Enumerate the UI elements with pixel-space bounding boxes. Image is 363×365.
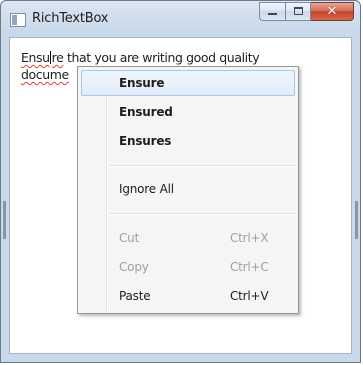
misspelled-word-end: re	[51, 50, 64, 65]
menu-separator	[109, 213, 295, 215]
menu-item-shortcut: Ctrl+C	[230, 260, 269, 274]
close-button[interactable]: ✕	[311, 2, 354, 21]
menu-item-paste[interactable]: Paste Ctrl+V	[81, 283, 295, 309]
menu-item-label: Copy	[119, 260, 149, 274]
left-frame-edge	[3, 201, 6, 239]
menu-item-suggestion-1[interactable]: Ensure	[81, 70, 295, 96]
app-window-icon[interactable]	[10, 13, 26, 27]
menu-item-label: Paste	[119, 289, 151, 303]
menu-item-label: Ensured	[119, 105, 173, 119]
menu-item-ignore-all[interactable]: Ignore All	[81, 176, 295, 202]
menu-item-cut[interactable]: Cut Ctrl+X	[81, 225, 295, 251]
caption-buttons: ✕	[259, 2, 354, 22]
misspelled-word-start: Ensu	[21, 50, 50, 65]
menu-item-label: Ensure	[119, 76, 165, 90]
minimize-icon	[268, 13, 277, 15]
spellcheck-context-menu: Ensure Ensured Ensures Ignore All Cut Ct…	[77, 66, 299, 314]
text-line-2-visible: docume	[21, 67, 69, 82]
title-bar[interactable]: RichTextBox ✕	[1, 1, 360, 37]
menu-item-shortcut: Ctrl+V	[230, 289, 269, 303]
window-title: RichTextBox	[32, 11, 109, 26]
maximize-icon	[294, 7, 303, 15]
menu-item-suggestion-2[interactable]: Ensured	[81, 99, 295, 125]
misspelled-word[interactable]: Ensu re	[21, 50, 64, 65]
menu-item-label: Ensures	[119, 134, 172, 148]
menu-item-label: Ignore All	[119, 182, 174, 196]
maximize-button[interactable]	[285, 2, 311, 21]
menu-item-shortcut: Ctrl+X	[230, 231, 269, 245]
right-frame-edge	[355, 201, 358, 239]
menu-item-label: Cut	[119, 231, 140, 245]
close-icon: ✕	[326, 4, 338, 19]
minimize-button[interactable]	[259, 2, 285, 21]
text-line-1-rest: that you are writing good quality	[63, 50, 260, 65]
menu-item-copy[interactable]: Copy Ctrl+C	[81, 254, 295, 280]
menu-item-suggestion-3[interactable]: Ensures	[81, 128, 295, 154]
menu-separator	[109, 165, 295, 167]
